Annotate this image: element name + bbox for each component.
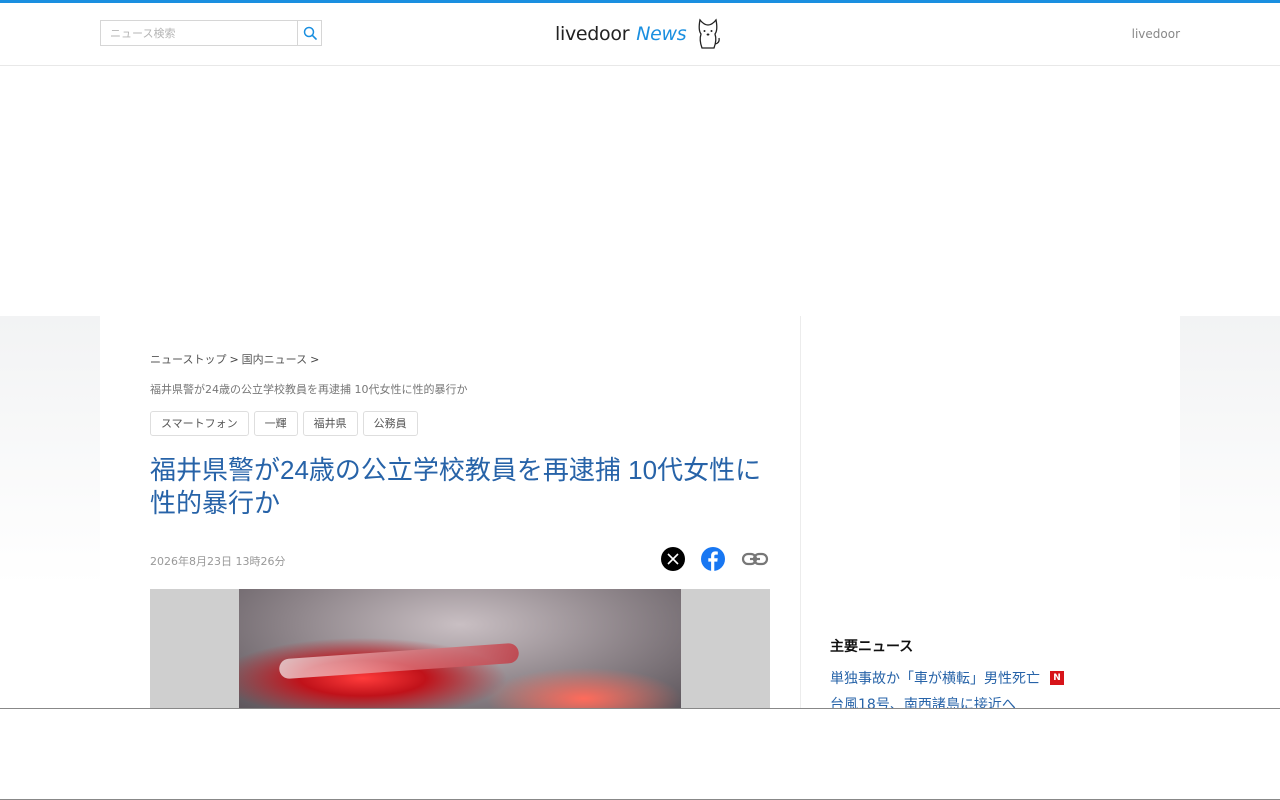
breadcrumb-news-top[interactable]: ニューストップ: [150, 353, 226, 366]
share-buttons: [661, 547, 769, 571]
facebook-share-button[interactable]: [701, 547, 725, 571]
tag-fukui[interactable]: 福井県: [302, 411, 358, 436]
search-box: [100, 20, 322, 46]
article-date: 2026年8月23日 13時26分: [150, 555, 286, 568]
police-car-image: [239, 589, 681, 708]
article-main: ニューストップ > 国内ニュース > 福井県警が24歳の公立学校教員を再逮捕 10代女…: [100, 316, 800, 708]
facebook-icon: [701, 547, 725, 571]
livedoor-link[interactable]: livedoor: [1132, 27, 1180, 41]
breadcrumb-separator: >: [229, 353, 239, 366]
mascot-dog-icon: [698, 18, 721, 49]
breadcrumb: ニューストップ > 国内ニュース >: [150, 351, 322, 367]
search-icon: [303, 26, 317, 40]
tag-list: スマートフォン 一輝 福井県 公務員: [150, 411, 418, 436]
breadcrumb-current: 福井県警が24歳の公立学校教員を再逮捕 10代女性に性的暴行か: [150, 383, 468, 396]
copy-link-button[interactable]: [741, 547, 769, 571]
breadcrumb-separator: >: [310, 353, 320, 366]
x-share-button[interactable]: [661, 547, 685, 571]
tag-kazuki[interactable]: 一輝: [253, 411, 298, 436]
search-input[interactable]: [101, 21, 297, 45]
news-item-label: 単独事故か「車が横転」男性死亡: [830, 671, 1040, 687]
breadcrumb-domestic[interactable]: 国内ニュース: [242, 353, 307, 366]
search-button[interactable]: [297, 21, 321, 45]
tag-civil-servant[interactable]: 公務員: [362, 411, 418, 436]
article-title: 福井県警が24歳の公立学校教員を再逮捕 10代女性に性的暴行か: [150, 455, 762, 518]
top-ad-area: [0, 66, 1280, 316]
sidebar-title: 主要ニュース: [830, 639, 914, 655]
sidebar: 主要ニュース 単独事故か「車が横転」男性死亡 N 台風18号、南西諸島に接近へ: [800, 316, 1180, 713]
tag-smartphone[interactable]: スマートフォン: [150, 411, 249, 436]
x-icon: [661, 547, 685, 571]
logo-news-wordmark: News: [636, 23, 687, 45]
article-photo: [150, 589, 770, 708]
site-logo[interactable]: livedoor News: [555, 13, 722, 55]
logo-wordmark: livedoor: [555, 23, 630, 45]
news-item[interactable]: 単独事故か「車が横転」男性死亡 N: [830, 668, 1064, 688]
new-badge: N: [1050, 671, 1064, 685]
bottom-ad-banner: [0, 708, 1280, 800]
patrol-light: [278, 642, 520, 680]
link-icon: [741, 552, 769, 566]
site-header: livedoor News livedoor: [0, 3, 1280, 66]
